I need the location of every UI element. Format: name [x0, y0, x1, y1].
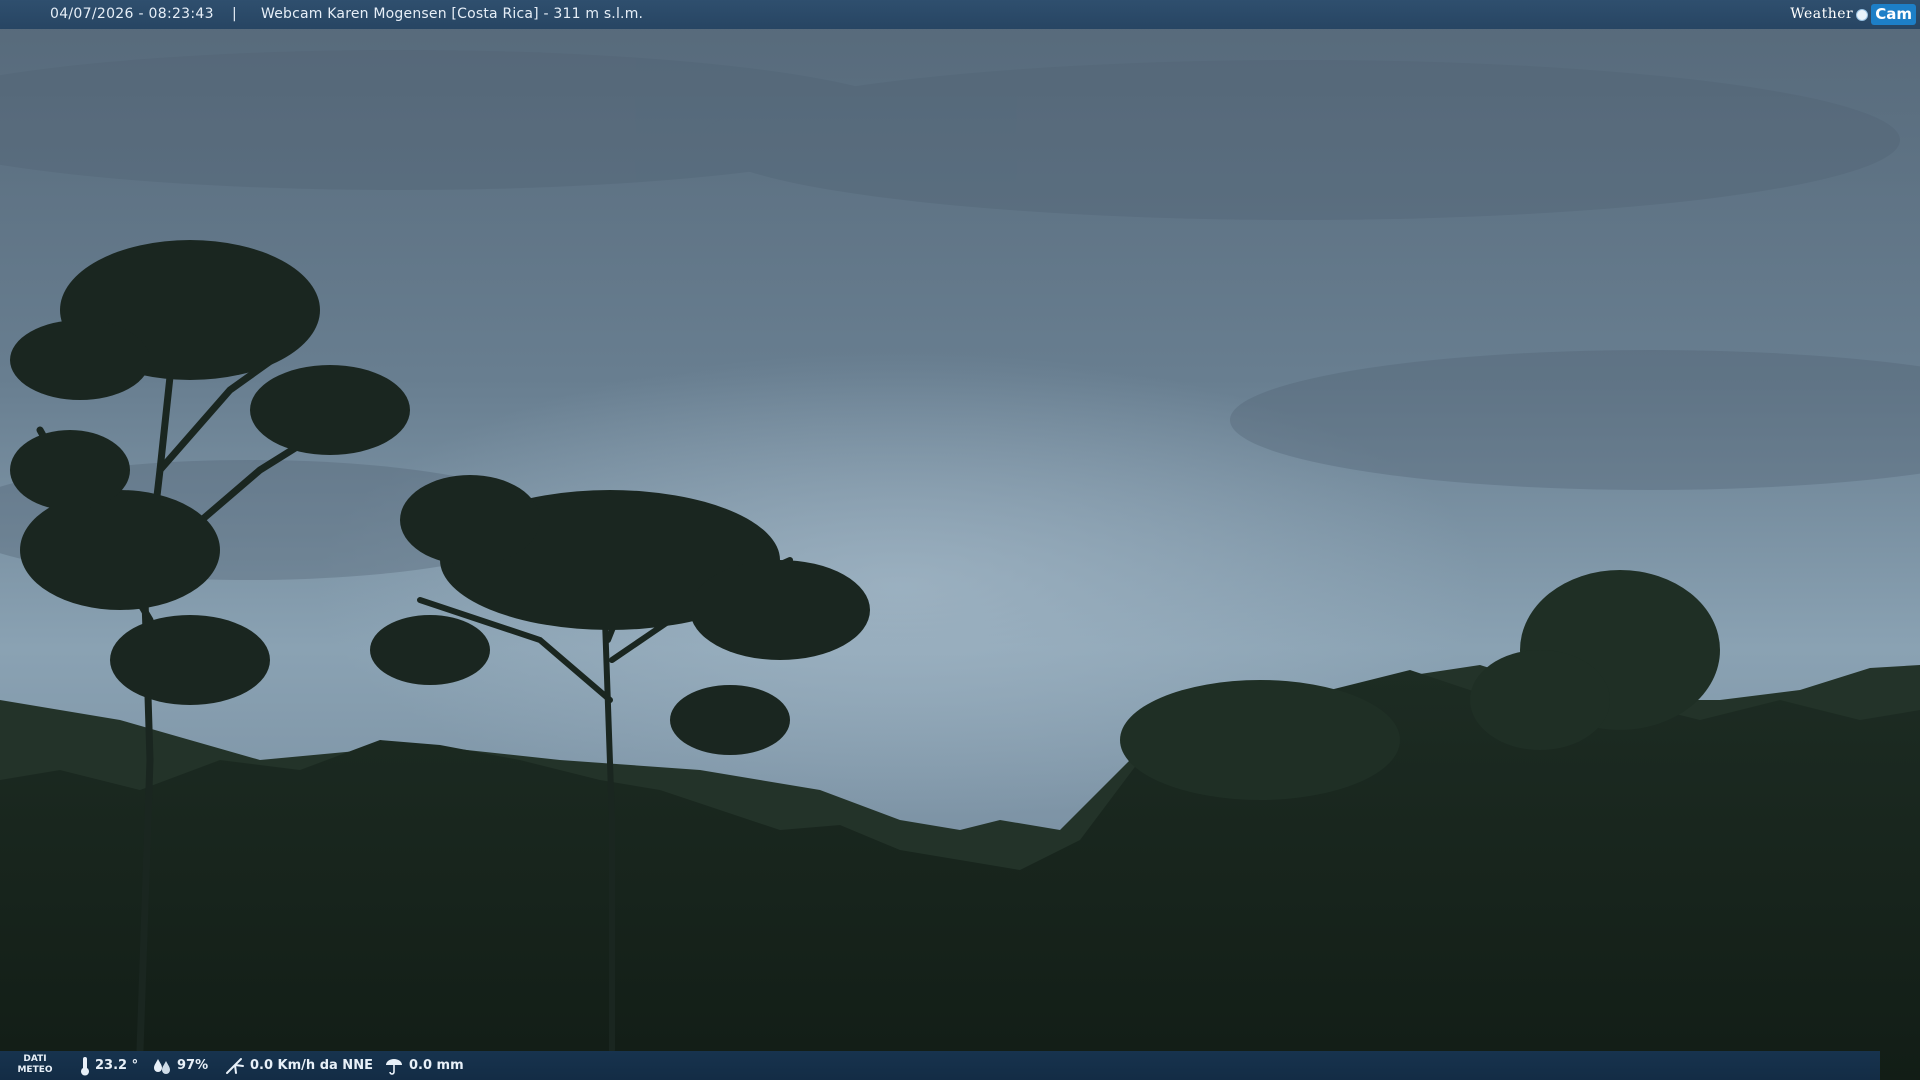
weathercam-logo: Weather Cam — [1790, 0, 1916, 29]
humidity-value: 97% — [177, 1058, 209, 1073]
top-info-bar: 04/07/2026 - 08:23:43 | Webcam Karen Mog… — [0, 0, 1920, 29]
rain-value: 0.0 mm — [409, 1058, 464, 1073]
humidity-readout: 97% — [152, 1051, 208, 1080]
brand-weather: Weather — [1790, 6, 1854, 22]
weather-label: DATI METEO — [17, 1054, 53, 1075]
temperature-readout: 23.2 ° — [80, 1051, 138, 1080]
humidity-icon — [154, 1058, 170, 1074]
timestamp: 04/07/2026 - 08:23:43 — [50, 6, 214, 22]
thermometer-icon — [81, 1056, 89, 1075]
separator: | — [232, 6, 237, 22]
temperature-value: 23.2 ° — [95, 1058, 139, 1073]
brand-globe-icon — [1856, 8, 1869, 21]
weather-data-bar: DATI METEO 23.2 ° 97% 0.0 Km/h da NNE 0.… — [0, 1051, 1880, 1080]
wind-readout: 0.0 Km/h da NNE — [225, 1051, 373, 1080]
wind-icon — [226, 1057, 244, 1074]
webcam-title: Webcam Karen Mogensen [Costa Rica] - 311… — [261, 6, 644, 22]
rain-icon — [386, 1058, 402, 1075]
rain-readout: 0.0 mm — [384, 1051, 464, 1080]
brand-cam: Cam — [1871, 4, 1916, 25]
wind-value: 0.0 Km/h da NNE — [250, 1058, 373, 1073]
webcam-scene — [0, 0, 1920, 1080]
